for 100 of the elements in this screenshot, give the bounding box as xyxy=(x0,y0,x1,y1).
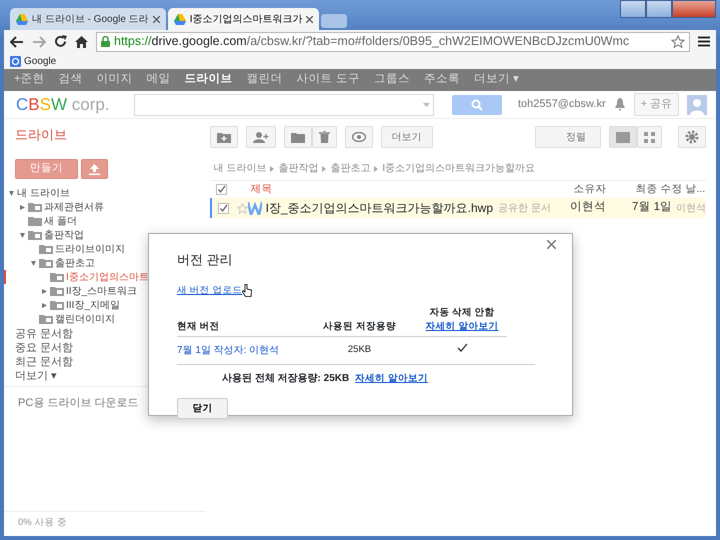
reload-icon[interactable] xyxy=(54,35,67,48)
preview-button[interactable] xyxy=(344,126,373,148)
hand-cursor-icon xyxy=(242,284,252,296)
total-storage: 사용된 전체 저장용량: 25KB xyxy=(222,372,350,386)
shared-folder-icon xyxy=(50,300,64,310)
drive-icon xyxy=(16,14,28,24)
page-title: 드라이브 xyxy=(14,126,68,144)
folder-item[interactable]: 과제관련서류 xyxy=(4,200,206,214)
drive-icon xyxy=(174,14,186,24)
add-person-icon xyxy=(252,132,269,142)
folder-icon xyxy=(290,132,305,142)
file-name[interactable]: I장_중소기업의스마트워크가능할까요.hwp xyxy=(266,199,493,217)
chevron-right-icon xyxy=(322,166,326,172)
settings-icon xyxy=(685,130,699,144)
storage-usage: 0% 사용 중 xyxy=(4,510,206,536)
shared-folder-icon xyxy=(50,272,64,282)
list-view-button[interactable] xyxy=(609,126,637,148)
upload-link[interactable]: 새 버전 업로드 xyxy=(177,284,242,298)
account-email[interactable]: toh2557@cbsw.kr xyxy=(518,96,606,113)
checked-checkbox-icon[interactable] xyxy=(216,184,227,195)
column-header[interactable]: 소유자 xyxy=(574,182,636,198)
owner-cell-text: 이현석 xyxy=(570,200,607,216)
column-header[interactable]: 최종 수정 날... xyxy=(636,182,706,198)
column-header: 현재 버전 xyxy=(177,320,221,334)
document-icon xyxy=(248,202,262,214)
file-tag: 공유한 문서 xyxy=(498,200,570,216)
close-button[interactable] xyxy=(672,0,716,18)
shared-folder-icon xyxy=(28,202,42,212)
upload-icon xyxy=(89,164,100,174)
caret-right-icon[interactable] xyxy=(42,288,47,294)
close-icon[interactable] xyxy=(306,16,314,22)
version-link[interactable]: 7월 1일 작성자: 이현석 xyxy=(177,343,302,358)
caret-down-icon[interactable] xyxy=(20,232,25,238)
checkmark-icon[interactable] xyxy=(456,343,468,354)
star-icon[interactable] xyxy=(236,202,248,214)
shared-folder-icon xyxy=(28,230,42,240)
eye-icon xyxy=(352,132,366,142)
dialog-title: 버전 관리 xyxy=(177,251,234,269)
learn-more-link[interactable]: 자세히 알아보기 xyxy=(355,372,428,386)
shared-folder-icon xyxy=(50,286,64,296)
breadcrumb-link[interactable]: 내 드라이브 xyxy=(214,161,266,176)
column-header: 사용된 저장용량 xyxy=(322,320,397,334)
folder-item[interactable]: 출판작업 xyxy=(4,228,206,242)
new-folder-button[interactable] xyxy=(210,126,238,148)
grid-view-icon xyxy=(644,132,655,142)
close-icon[interactable] xyxy=(152,16,160,22)
folder-item[interactable]: III장_지메일 xyxy=(4,298,206,312)
logo: CBSW corp. xyxy=(16,94,111,116)
menu-icon[interactable] xyxy=(698,36,710,47)
browser-tab[interactable]: 내 드라이브 - Google 드라 xyxy=(10,8,166,30)
close-dialog-button[interactable]: 닫기 xyxy=(177,398,228,420)
shared-folder-icon xyxy=(39,258,53,268)
folder-item[interactable]: I중소기업의스마트 xyxy=(4,270,206,284)
url-text[interactable]: https://drive.google.com/a/cbsw.kr/?tab=mo#folders/0B95_chW2EIMOWENBcDJzcmU0Wmc xyxy=(114,32,630,50)
search-icon xyxy=(471,98,483,110)
shared-folder-icon xyxy=(39,314,53,324)
file-row[interactable]: I장_중소기업의스마트워크가능할까요.hwp 공유한 문서 이현석 7월 1일 이현석 xyxy=(210,198,706,218)
settings-button[interactable] xyxy=(678,126,706,148)
modified-by: 이현석 xyxy=(676,202,706,216)
breadcrumb-link[interactable]: 출판초고 xyxy=(330,161,370,176)
caret-down-icon[interactable] xyxy=(9,190,14,196)
size-cell-text: 25KB xyxy=(346,343,372,358)
search-field[interactable] xyxy=(134,94,434,116)
bell-icon[interactable] xyxy=(614,98,626,111)
caret-right-icon[interactable] xyxy=(42,302,47,308)
delete-button[interactable] xyxy=(312,126,337,148)
move-button[interactable] xyxy=(284,126,312,148)
upload-button[interactable] xyxy=(81,159,108,179)
chevron-right-icon xyxy=(374,166,378,172)
nav-link[interactable]: 드라이브 xyxy=(184,71,233,89)
chevron-right-icon xyxy=(270,166,274,172)
folder-icon xyxy=(28,216,42,226)
column-header[interactable]: 제목 xyxy=(250,182,574,198)
learn-more-link[interactable]: 자세히 알아보기 xyxy=(426,321,498,332)
folder-item[interactable]: 새 폴더 xyxy=(4,214,206,228)
bookmark[interactable]: Google xyxy=(10,54,56,68)
breadcrumb-link[interactable]: I중소기업의스마트워크가능할까요 xyxy=(382,161,536,176)
caret-down-icon[interactable] xyxy=(31,260,36,266)
folder-item[interactable]: 내 드라이브 xyxy=(4,186,206,200)
home-icon[interactable] xyxy=(75,36,88,48)
column-header: 자동 삭제 안함 xyxy=(428,306,496,320)
browser-tab[interactable]: I중소기업의스마트워크가 xyxy=(168,8,320,30)
trash-icon xyxy=(318,131,330,143)
caret-right-icon[interactable] xyxy=(20,204,25,210)
list-view-icon xyxy=(616,132,630,142)
close-icon xyxy=(547,240,556,249)
grid-view-button[interactable] xyxy=(637,126,662,148)
maximize-button[interactable] xyxy=(646,0,672,18)
breadcrumb-link[interactable]: 출판작업 xyxy=(278,161,318,176)
checked-checkbox-icon[interactable] xyxy=(218,202,229,214)
address-bar[interactable]: https://drive.google.com/a/cbsw.kr/?tab=mo#folders/0B95_chW2EIMOWENBcDJzcmU0Wmc xyxy=(96,32,690,52)
sort-button[interactable]: 정렬 xyxy=(535,126,601,148)
shared-folder-icon xyxy=(39,244,53,254)
back-icon[interactable] xyxy=(10,36,24,48)
lock-icon xyxy=(101,36,110,47)
minimize-button[interactable] xyxy=(620,0,646,18)
star-icon[interactable] xyxy=(671,35,685,48)
more-button[interactable]: 더보기 xyxy=(380,126,433,148)
share-button[interactable] xyxy=(246,126,276,148)
new-folder-icon xyxy=(216,132,231,142)
